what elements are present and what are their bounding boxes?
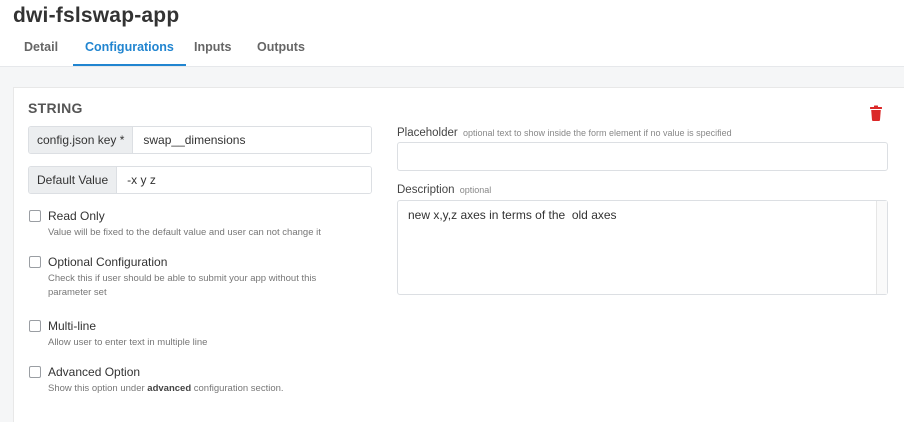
advanced-option-hint: Show this option under advanced configur… [48, 382, 348, 396]
description-scrollbar[interactable] [876, 201, 887, 294]
placeholder-input[interactable] [397, 142, 888, 171]
default-value-input[interactable] [117, 167, 371, 193]
description-textarea[interactable]: new x,y,z axes in terms of the old axes [397, 200, 888, 295]
tab-configurations[interactable]: Configurations [73, 38, 186, 66]
read-only-checkbox[interactable] [29, 210, 41, 222]
description-field-label: Description optional [397, 184, 491, 196]
config-key-input[interactable] [133, 127, 371, 153]
multi-line-checkbox[interactable] [29, 320, 41, 332]
placeholder-label-text: Placeholder [397, 127, 458, 139]
app-header: dwi-fslswap-app Detail Configurations In… [0, 0, 904, 67]
multi-line-hint: Allow user to enter text in multiple lin… [48, 337, 208, 348]
advanced-option-checkbox[interactable] [29, 366, 41, 378]
read-only-hint: Value will be fixed to the default value… [48, 227, 321, 238]
advanced-hint-keyword: advanced [147, 383, 192, 394]
config-key-group: config.json key * [28, 126, 372, 154]
tab-detail[interactable]: Detail [12, 38, 70, 66]
config-key-label: config.json key * [29, 127, 134, 153]
placeholder-label-note: optional text to show inside the form el… [462, 128, 732, 138]
advanced-hint-prefix: Show this option under [48, 383, 148, 394]
optional-config-checkbox[interactable] [29, 256, 41, 268]
optional-config-label[interactable]: Optional Configuration [48, 255, 167, 269]
tab-inputs[interactable]: Inputs [182, 38, 244, 66]
app-title: dwi-fslswap-app [13, 4, 180, 27]
placeholder-field-label: Placeholder optional text to show inside… [397, 127, 732, 139]
default-value-label: Default Value [29, 167, 118, 193]
read-only-label[interactable]: Read Only [48, 209, 105, 223]
trash-icon[interactable] [869, 105, 883, 121]
description-label-text: Description [397, 184, 455, 196]
optional-config-hint: Check this if user should be able to sub… [48, 273, 317, 298]
multi-line-label[interactable]: Multi-line [48, 319, 96, 333]
description-label-note: optional [459, 185, 492, 195]
default-value-group: Default Value [28, 166, 372, 194]
advanced-hint-suffix: configuration section. [191, 383, 284, 394]
tab-outputs[interactable]: Outputs [245, 38, 317, 66]
config-type-label: STRING [28, 100, 83, 116]
advanced-option-label[interactable]: Advanced Option [48, 365, 140, 379]
